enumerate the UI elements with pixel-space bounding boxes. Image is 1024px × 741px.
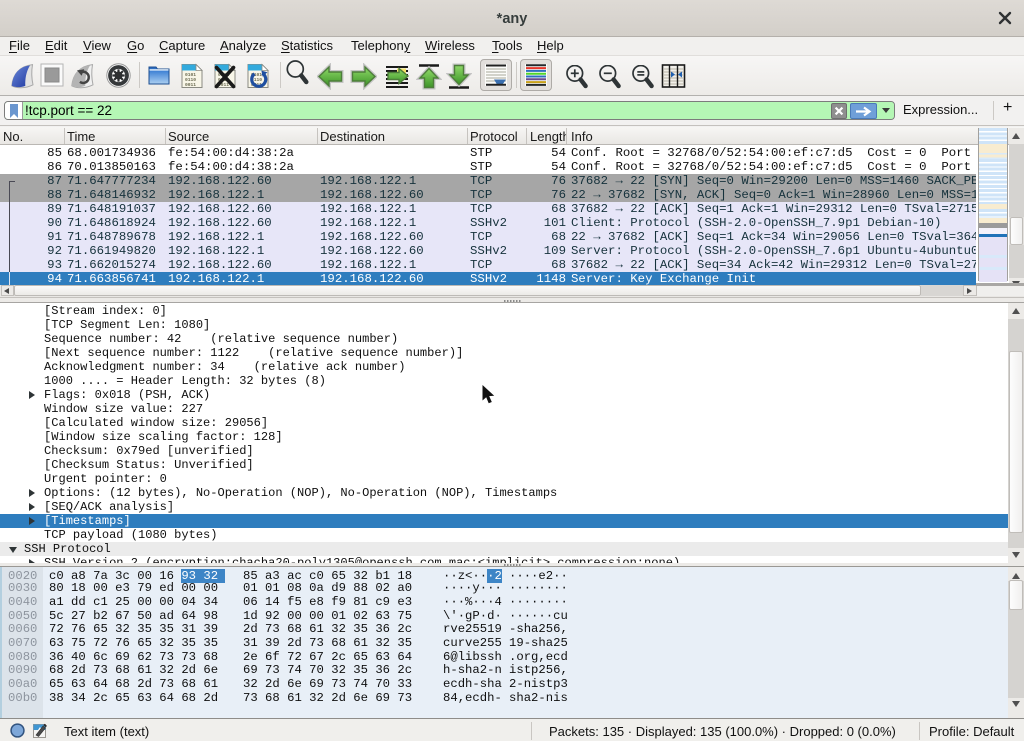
svg-text:0011: 0011 [185, 82, 196, 88]
